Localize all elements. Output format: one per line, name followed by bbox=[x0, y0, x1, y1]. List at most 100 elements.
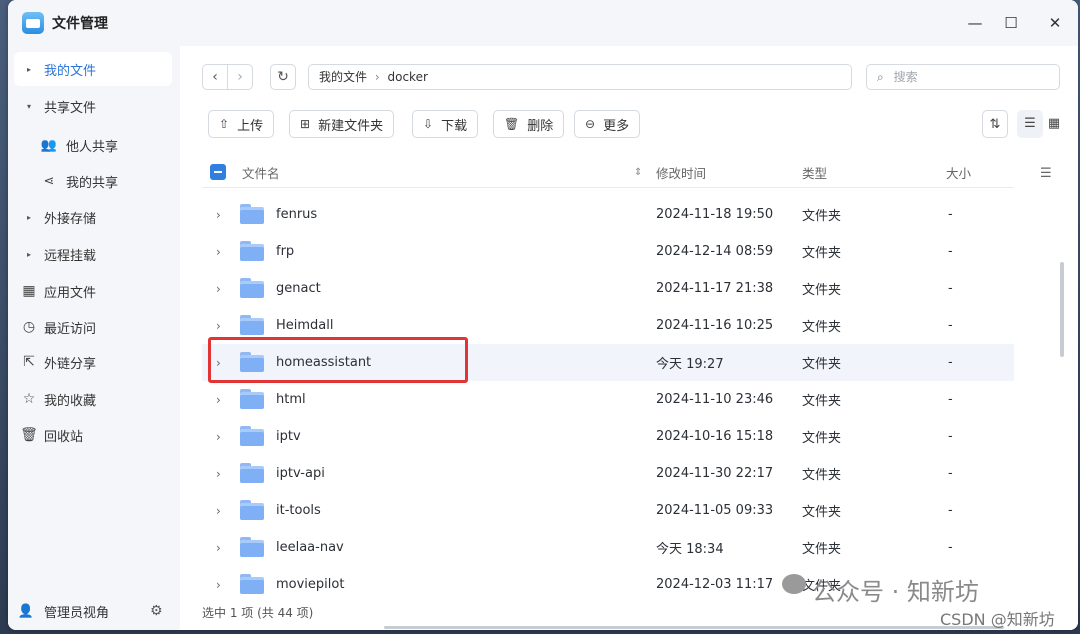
breadcrumb-current[interactable]: docker bbox=[387, 70, 427, 84]
header-modified[interactable]: 修改时间 bbox=[656, 163, 706, 182]
table-row[interactable]: › leelaa-nav 今天 18:34 文件夹 - bbox=[202, 529, 1014, 566]
expand-chevron-icon[interactable]: › bbox=[216, 430, 221, 444]
search-input[interactable]: ⌕ 搜索 bbox=[866, 64, 1060, 90]
header-name[interactable]: 文件名 bbox=[242, 163, 280, 182]
breadcrumb-root[interactable]: 我的文件 bbox=[319, 70, 367, 84]
file-type: 文件夹 bbox=[802, 209, 842, 224]
sidebar-item-link-share[interactable]: ⇱ 外链分享 bbox=[14, 345, 172, 379]
sort-arrows-icon[interactable]: ⇕ bbox=[634, 167, 642, 178]
expand-chevron-icon[interactable]: › bbox=[216, 467, 221, 481]
upload-icon: ⇧ bbox=[219, 117, 230, 131]
vertical-scrollbar[interactable] bbox=[1060, 262, 1064, 357]
header-size[interactable]: 大小 bbox=[946, 163, 971, 182]
watermark-text: 公众号 · 知新坊 bbox=[812, 578, 979, 606]
file-size: - bbox=[948, 318, 953, 333]
sort-button[interactable]: ⇅ bbox=[982, 110, 1008, 138]
expand-chevron-icon[interactable]: › bbox=[216, 245, 221, 259]
sidebar-item-my-files[interactable]: ▸ 我的文件 bbox=[14, 52, 172, 86]
sidebar-item-label: 共享文件 bbox=[44, 100, 97, 116]
download-button[interactable]: ⇩ 下载 bbox=[412, 110, 479, 138]
share-icon: ⋖ bbox=[43, 173, 55, 189]
sidebar-item-favorites[interactable]: ☆ 我的收藏 bbox=[14, 382, 172, 416]
table-row[interactable]: › frp 2024-12-14 08:59 文件夹 - bbox=[202, 233, 1014, 270]
sidebar-item-app-files[interactable]: ▦ 应用文件 bbox=[14, 274, 172, 308]
delete-label: 删除 bbox=[527, 118, 554, 134]
file-type: 文件夹 bbox=[802, 320, 842, 335]
file-size: - bbox=[948, 466, 953, 481]
file-name: Heimdall bbox=[276, 318, 334, 333]
file-modified: 今天 19:27 bbox=[656, 357, 724, 372]
more-button[interactable]: ⊖ 更多 bbox=[574, 110, 641, 138]
maximize-icon[interactable]: ☐ bbox=[998, 10, 1024, 36]
expand-chevron-icon[interactable]: › bbox=[216, 541, 221, 555]
sidebar-item-my-shares[interactable]: ⋖ 我的共享 bbox=[38, 164, 172, 198]
upload-button[interactable]: ⇧ 上传 bbox=[208, 110, 275, 138]
expand-chevron-icon[interactable]: › bbox=[216, 504, 221, 518]
star-icon: ☆ bbox=[22, 391, 36, 407]
admin-view-toggle[interactable]: 👤 管理员视角 ⚙ bbox=[8, 594, 180, 628]
list-view-button[interactable]: ☰ bbox=[1017, 110, 1043, 138]
table-row[interactable]: › it-tools 2024-11-05 09:33 文件夹 - bbox=[202, 492, 1014, 529]
csdn-watermark: CSDN @知新坊 bbox=[940, 610, 1055, 629]
expand-chevron-icon[interactable]: › bbox=[216, 282, 221, 296]
search-placeholder: 搜索 bbox=[893, 70, 918, 84]
sidebar-item-label: 远程挂载 bbox=[44, 248, 97, 264]
folder-icon bbox=[240, 278, 264, 298]
sidebar-item-label: 他人共享 bbox=[66, 139, 119, 155]
clock-icon: ◷ bbox=[22, 319, 36, 335]
sidebar-item-recent[interactable]: ◷ 最近访问 bbox=[14, 310, 172, 344]
expand-chevron-icon[interactable]: › bbox=[216, 393, 221, 407]
file-size: - bbox=[948, 244, 953, 259]
file-name: html bbox=[276, 392, 306, 407]
new-folder-button[interactable]: ⊞ 新建文件夹 bbox=[289, 110, 395, 138]
expand-arrow-icon[interactable]: ▸ bbox=[14, 213, 44, 222]
table-row[interactable]: › fenrus 2024-11-18 19:50 文件夹 - bbox=[202, 196, 1014, 233]
status-text: 选中 1 项 (共 44 项) bbox=[202, 606, 314, 620]
folder-icon bbox=[240, 500, 264, 520]
file-size: - bbox=[948, 540, 953, 555]
refresh-button[interactable]: ↻ bbox=[270, 64, 296, 90]
table-row[interactable]: › iptv 2024-10-16 15:18 文件夹 - bbox=[202, 418, 1014, 455]
file-size: - bbox=[948, 429, 953, 444]
file-size: - bbox=[948, 392, 953, 407]
header-type[interactable]: 类型 bbox=[802, 163, 827, 182]
back-button[interactable]: ‹ bbox=[202, 64, 228, 90]
new-folder-label: 新建文件夹 bbox=[318, 118, 384, 134]
sidebar-item-others-shared[interactable]: 👥 他人共享 bbox=[38, 128, 172, 162]
expand-chevron-icon[interactable]: › bbox=[216, 578, 221, 592]
download-icon: ⇩ bbox=[423, 117, 434, 131]
file-name: genact bbox=[276, 281, 321, 296]
folder-icon bbox=[240, 426, 264, 446]
sidebar-item-label: 应用文件 bbox=[44, 285, 97, 301]
new-folder-icon: ⊞ bbox=[300, 117, 311, 131]
minimize-icon[interactable]: — bbox=[962, 10, 988, 36]
forward-button[interactable]: › bbox=[227, 64, 253, 90]
people-icon: 👥 bbox=[40, 137, 58, 153]
sidebar-item-external-storage[interactable]: ▸ 外接存储 bbox=[14, 200, 172, 234]
wechat-logo-icon bbox=[782, 574, 806, 594]
close-icon[interactable]: ✕ bbox=[1042, 10, 1068, 36]
expand-chevron-icon[interactable]: › bbox=[216, 208, 221, 222]
expand-chevron-icon[interactable]: › bbox=[216, 319, 221, 333]
table-row[interactable]: › genact 2024-11-17 21:38 文件夹 - bbox=[202, 270, 1014, 307]
external-link-icon: ⇱ bbox=[23, 354, 35, 370]
folder-icon bbox=[240, 537, 264, 557]
settings-gear-icon[interactable]: ⚙ bbox=[150, 603, 163, 619]
file-modified: 2024-11-30 22:17 bbox=[656, 466, 774, 481]
grid-view-button[interactable]: ▦ bbox=[1041, 110, 1067, 138]
collapse-arrow-icon[interactable]: ▾ bbox=[14, 102, 44, 111]
file-type: 文件夹 bbox=[802, 505, 842, 520]
expand-arrow-icon[interactable]: ▸ bbox=[14, 65, 44, 74]
sidebar-item-recycle-bin[interactable]: 🗑 回收站 bbox=[14, 418, 172, 452]
sidebar-item-label: 外接存储 bbox=[44, 211, 97, 227]
column-settings-icon[interactable]: ☰ bbox=[1040, 166, 1052, 181]
title-bar[interactable]: 文件管理 — ☐ ✕ bbox=[8, 0, 1078, 46]
sidebar-item-remote-mount[interactable]: ▸ 远程挂载 bbox=[14, 237, 172, 271]
breadcrumb[interactable]: 我的文件 › docker bbox=[308, 64, 852, 90]
sidebar-item-shared-files[interactable]: ▾ 共享文件 bbox=[14, 89, 172, 123]
delete-button[interactable]: 🗑 删除 bbox=[493, 110, 565, 138]
expand-arrow-icon[interactable]: ▸ bbox=[14, 250, 44, 259]
table-row[interactable]: › iptv-api 2024-11-30 22:17 文件夹 - bbox=[202, 455, 1014, 492]
table-row[interactable]: › html 2024-11-10 23:46 文件夹 - bbox=[202, 381, 1014, 418]
horizontal-scrollbar[interactable] bbox=[384, 626, 1004, 629]
